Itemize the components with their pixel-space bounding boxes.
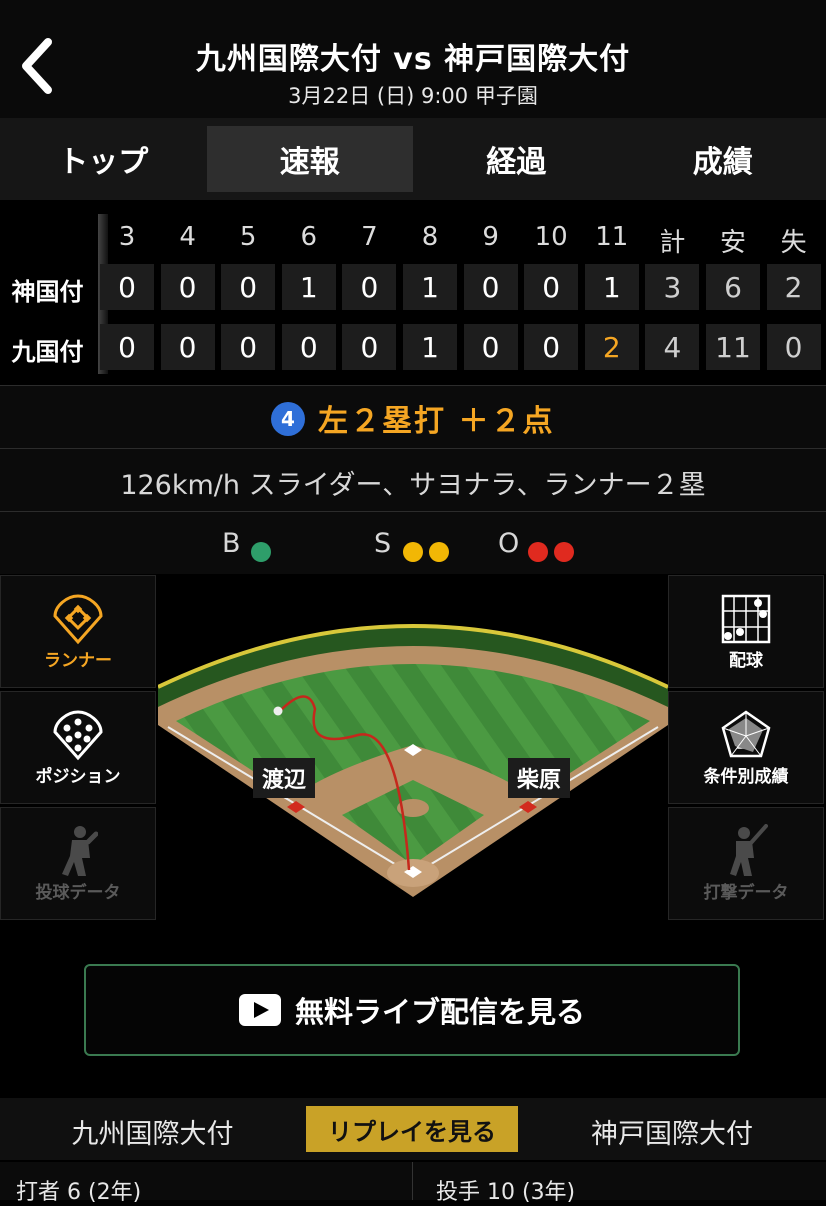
score-cell: 0 bbox=[221, 264, 275, 310]
out-dot bbox=[554, 542, 574, 562]
strike-dot bbox=[403, 542, 423, 562]
radar-chart-icon bbox=[719, 708, 773, 762]
score-cell: 1 bbox=[282, 264, 336, 310]
fielder-right-label: 柴原 bbox=[508, 758, 570, 798]
scoreboard-header: 5 bbox=[221, 222, 275, 252]
scoreboard-header: 8 bbox=[403, 222, 457, 252]
out-dot bbox=[528, 542, 548, 562]
scoreboard-header: 3 bbox=[100, 222, 154, 252]
score-cell: 2 bbox=[585, 324, 639, 370]
batting-data-button[interactable]: 打撃データ bbox=[668, 807, 824, 920]
batter-icon bbox=[724, 824, 768, 878]
ball-label: B bbox=[222, 528, 241, 559]
replay-button[interactable]: リプレイを見る bbox=[306, 1106, 518, 1152]
pitch-grid-icon bbox=[719, 592, 773, 646]
score-cell: 0 bbox=[767, 324, 821, 370]
runner-button[interactable]: ランナー bbox=[0, 575, 156, 688]
divider bbox=[412, 1162, 413, 1200]
score-cell: 1 bbox=[585, 264, 639, 310]
score-cell: 0 bbox=[464, 324, 518, 370]
score-cell: 0 bbox=[161, 264, 215, 310]
score-cell: 0 bbox=[464, 264, 518, 310]
score-cell: 0 bbox=[524, 264, 578, 310]
strike-label: S bbox=[374, 528, 391, 559]
home-team-name: 九州国際大付 bbox=[0, 1112, 305, 1151]
field-panel: ランナー ポジション 投球データ 配球 bbox=[0, 575, 826, 920]
play-result: 左２塁打 ＋２点 bbox=[318, 396, 554, 440]
score-cell: 0 bbox=[524, 324, 578, 370]
pitch-description: 126km/h スライダー、サヨナラ、ランナー２塁 bbox=[0, 463, 826, 502]
pitcher-info: 投手 10 (3年) bbox=[436, 1174, 575, 1206]
ball-landing-point bbox=[274, 707, 283, 716]
strike-dot bbox=[429, 542, 449, 562]
score-cell: 0 bbox=[100, 264, 154, 310]
pitch-chart-button[interactable]: 配球 bbox=[668, 575, 824, 688]
batter-info: 打者 6 (2年) bbox=[16, 1174, 141, 1206]
batting-data-label: 打撃データ bbox=[669, 878, 823, 903]
baseball-field bbox=[158, 575, 668, 920]
score-cell: 2 bbox=[767, 264, 821, 310]
diamond-icon bbox=[51, 592, 105, 646]
tab-stats[interactable]: 成績 bbox=[620, 118, 826, 200]
scoreboard-header: 10 bbox=[524, 222, 578, 252]
scoreboard-header: 9 bbox=[464, 222, 518, 252]
scoreboard-header: 7 bbox=[342, 222, 396, 252]
tab-progress[interactable]: 経過 bbox=[413, 118, 620, 200]
score-cell: 0 bbox=[282, 324, 336, 370]
score-cell: 1 bbox=[403, 264, 457, 310]
position-label: ポジション bbox=[1, 762, 155, 787]
count-row: B S O bbox=[0, 511, 826, 574]
position-button[interactable]: ポジション bbox=[0, 691, 156, 804]
scoreboard-header: 安 bbox=[706, 222, 760, 259]
out-label: O bbox=[498, 528, 519, 559]
pitch-description-row: 126km/h スライダー、サヨナラ、ランナー２塁 bbox=[0, 448, 826, 511]
score-cell: 1 bbox=[403, 324, 457, 370]
score-cell: 0 bbox=[100, 324, 154, 370]
ball-dot bbox=[251, 542, 271, 562]
player-info-row: 打者 6 (2年) 投手 10 (3年) bbox=[0, 1162, 826, 1200]
score-cell: 3 bbox=[645, 264, 699, 310]
team-row-label: 神国付 bbox=[0, 272, 95, 307]
scoreboard-header: 失 bbox=[767, 222, 821, 259]
score-cell: 0 bbox=[161, 324, 215, 370]
matchup-row: 九州国際大付 リプレイを見る 神戸国際大付 bbox=[0, 1098, 826, 1160]
match-date-venue: 3月22日 (日) 9:00 甲子園 bbox=[0, 80, 826, 110]
play-icon bbox=[239, 994, 281, 1026]
fielder-left-label: 渡辺 bbox=[253, 758, 315, 798]
scoreboard-header: 4 bbox=[161, 222, 215, 252]
tab-bar: トップ 速報 経過 成績 bbox=[0, 118, 826, 200]
pitch-data-button[interactable]: 投球データ bbox=[0, 807, 156, 920]
conditional-stats-label: 条件別成績 bbox=[669, 762, 823, 787]
match-title: 九州国際大付 vs 神戸国際大付 bbox=[0, 34, 826, 78]
score-cell: 0 bbox=[221, 324, 275, 370]
score-cell: 4 bbox=[645, 324, 699, 370]
scoreboard-header: 計 bbox=[645, 222, 699, 259]
play-result-row: 4 左２塁打 ＋２点 bbox=[0, 385, 826, 448]
header: 九州国際大付 vs 神戸国際大付 3月22日 (日) 9:00 甲子園 bbox=[0, 0, 826, 118]
scoreboard-header: 6 bbox=[282, 222, 336, 252]
score-cell: 11 bbox=[706, 324, 760, 370]
scoreboard: 神国付 九国付 30040050061070081190010001112計34… bbox=[0, 210, 826, 382]
score-cell: 0 bbox=[342, 324, 396, 370]
runner-label: ランナー bbox=[1, 646, 155, 671]
tab-live[interactable]: 速報 bbox=[207, 126, 414, 192]
pitch-chart-label: 配球 bbox=[669, 646, 823, 671]
scoreboard-header: 11 bbox=[585, 222, 639, 252]
live-stream-label: 無料ライブ配信を見る bbox=[295, 989, 585, 1031]
pitcher-icon bbox=[58, 824, 98, 878]
positions-icon bbox=[51, 708, 105, 762]
tab-top[interactable]: トップ bbox=[0, 118, 207, 200]
score-cell: 0 bbox=[342, 264, 396, 310]
pitch-data-label: 投球データ bbox=[1, 878, 155, 903]
team-row-label: 九国付 bbox=[0, 332, 95, 367]
score-cell: 6 bbox=[706, 264, 760, 310]
conditional-stats-button[interactable]: 条件別成績 bbox=[668, 691, 824, 804]
batter-order-badge: 4 bbox=[271, 402, 305, 436]
away-team-name: 神戸国際大付 bbox=[518, 1112, 826, 1151]
live-stream-button[interactable]: 無料ライブ配信を見る bbox=[84, 964, 740, 1056]
